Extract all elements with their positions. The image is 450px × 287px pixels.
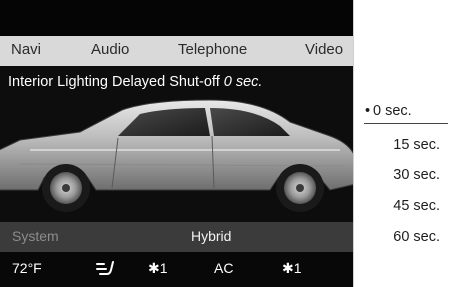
temperature-readout: 72°F [12, 260, 42, 276]
option-0-sec[interactable]: • 0 sec. [364, 98, 448, 124]
option-15-sec[interactable]: 15 sec. [393, 137, 440, 153]
menu-item-video[interactable]: Video [305, 41, 343, 58]
menu-item-telephone[interactable]: Telephone [178, 41, 247, 58]
setting-line: Interior Lighting Delayed Shut-off 0 sec… [8, 74, 262, 90]
air-distribution-icon [94, 260, 116, 281]
display-screen: Navi Audio Telephone Video Interior Ligh… [0, 0, 353, 287]
status-hybrid-label: Hybrid [191, 228, 232, 244]
climate-bar: 72°F ✱1 AC ✱1 [0, 252, 353, 287]
menu-item-audio[interactable]: Audio [91, 41, 129, 58]
car-icon [0, 99, 353, 212]
option-30-sec[interactable]: 30 sec. [393, 167, 440, 183]
main-menu-bar: Navi Audio Telephone Video [0, 36, 353, 66]
fan-speed-right: ✱1 [282, 260, 302, 276]
menu-item-navi[interactable]: Navi [11, 41, 41, 58]
selected-dot-icon: • [364, 103, 371, 119]
option-label: 0 sec. [373, 103, 412, 119]
setting-value: 0 sec. [223, 74, 263, 90]
vehicle-illustration [0, 92, 353, 220]
delay-options-panel: • 0 sec. 15 sec. 30 sec. 45 sec. 60 sec. [353, 0, 450, 287]
top-bar [0, 0, 353, 36]
status-bar: System Hybrid [0, 222, 353, 252]
fan-speed-left: ✱1 [148, 260, 168, 276]
option-45-sec[interactable]: 45 sec. [393, 198, 440, 214]
setting-label: Interior Lighting Delayed Shut-off [8, 74, 220, 90]
status-system-label[interactable]: System [12, 228, 59, 244]
ac-indicator[interactable]: AC [214, 260, 233, 276]
option-60-sec[interactable]: 60 sec. [393, 229, 440, 245]
